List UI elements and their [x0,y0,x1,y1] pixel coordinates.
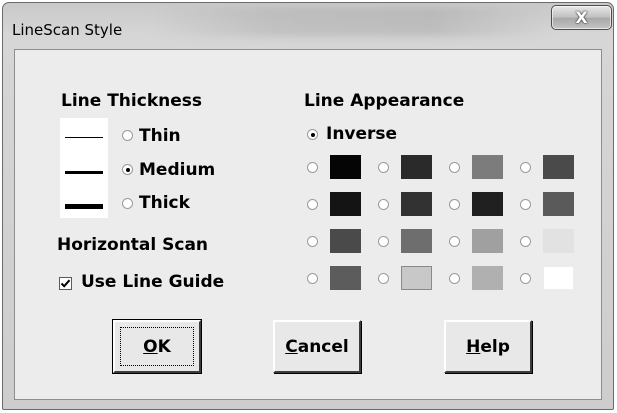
color-swatch-r2-c3[interactable] [472,192,503,216]
cancel-button-label: Cancel [285,336,349,357]
ok-button[interactable]: OK [112,319,202,374]
color-radio-r1-c2[interactable] [378,162,389,173]
radio-thin[interactable] [122,130,133,141]
radio-medium-label[interactable]: Medium [139,160,215,180]
color-radio-r2-c3[interactable] [449,199,460,210]
color-swatch-r1-c1[interactable] [330,155,361,179]
color-radio-r2-c4[interactable] [520,199,531,210]
radio-thin-label[interactable]: Thin [139,126,181,146]
dialog-client-area: Line Thickness Thin Medium Thick Horizon… [14,49,602,400]
color-swatch-r1-c2[interactable] [401,155,432,179]
color-radio-r1-c1[interactable] [307,162,318,173]
color-radio-r2-c2[interactable] [378,199,389,210]
color-radio-r1-c4[interactable] [520,162,531,173]
use-line-guide-checkbox[interactable] [59,277,72,290]
radio-inverse[interactable] [307,129,318,140]
color-radio-r3-c2[interactable] [378,236,389,247]
color-swatch-r4-c4[interactable] [543,266,574,290]
color-swatch-r4-c1[interactable] [330,266,361,290]
color-swatch-r3-c1[interactable] [330,229,361,253]
linescan-style-dialog: LineScan Style X Line Thickness Thin Med… [2,2,614,410]
color-swatch-r3-c2[interactable] [401,229,432,253]
close-button[interactable]: X [551,5,612,30]
checkmark-icon [60,279,71,288]
focus-rectangle [120,327,194,366]
line-thickness-heading: Line Thickness [61,91,202,111]
radio-thick-label[interactable]: Thick [139,193,190,213]
color-radio-r4-c2[interactable] [378,273,389,284]
use-line-guide-label[interactable]: Use Line Guide [81,272,224,292]
radio-inverse-label[interactable]: Inverse [326,124,397,144]
radio-thick[interactable] [122,198,133,209]
color-radio-r3-c3[interactable] [449,236,460,247]
color-radio-r4-c1[interactable] [307,273,318,284]
color-swatch-r1-c4[interactable] [543,155,574,179]
color-swatch-r3-c4[interactable] [543,229,574,253]
color-swatch-r4-c2[interactable] [401,266,432,290]
color-radio-r4-c4[interactable] [520,273,531,284]
line-appearance-heading: Line Appearance [304,91,465,111]
color-swatch-r2-c1[interactable] [330,192,361,216]
color-swatch-r2-c4[interactable] [543,192,574,216]
color-swatch-r1-c3[interactable] [472,155,503,179]
help-button[interactable]: Help [444,320,532,373]
color-radio-r3-c1[interactable] [307,236,318,247]
close-icon: X [575,7,588,27]
help-button-label: Help [466,336,510,357]
titlebar-background [153,7,553,37]
line-thickness-preview [60,118,108,218]
color-swatch-r4-c3[interactable] [472,266,503,290]
thick-line-sample [65,204,103,209]
horizontal-scan-heading: Horizontal Scan [57,235,209,255]
medium-line-sample [65,171,103,174]
radio-medium[interactable] [122,164,133,175]
color-swatch-r2-c2[interactable] [401,192,432,216]
color-swatch-r3-c3[interactable] [472,229,503,253]
color-radio-r2-c1[interactable] [307,199,318,210]
color-radio-r3-c4[interactable] [520,236,531,247]
cancel-button[interactable]: Cancel [273,320,361,373]
thin-line-sample [65,137,103,138]
color-radio-r4-c3[interactable] [449,273,460,284]
window-title: LineScan Style [12,21,123,39]
color-radio-r1-c3[interactable] [449,162,460,173]
